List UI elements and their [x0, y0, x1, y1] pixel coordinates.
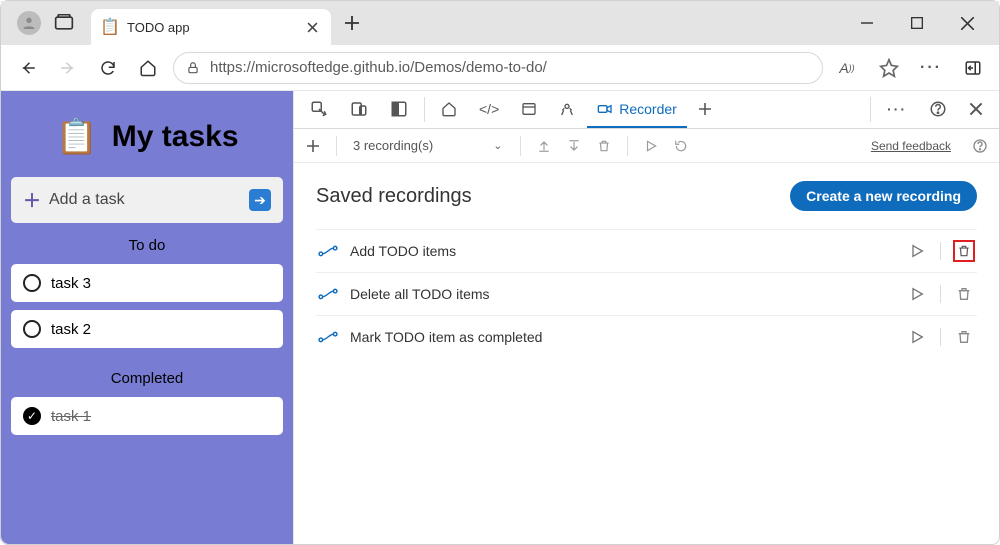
console-tab-icon[interactable]	[511, 91, 547, 128]
recorder-toolbar: 3 recording(s) ⌄ Send feedback	[294, 129, 999, 163]
sidebar-toggle-icon[interactable]	[959, 54, 987, 82]
delete-recording-icon[interactable]	[953, 326, 975, 348]
recording-row[interactable]: Mark TODO item as completed	[316, 315, 977, 358]
recordings-count-label: 3 recording(s)	[353, 138, 433, 153]
window-titlebar: 📋 TODO app	[1, 1, 999, 45]
back-button[interactable]	[13, 53, 43, 83]
devtools-help-icon[interactable]	[919, 91, 957, 128]
task-row[interactable]: task 2	[11, 310, 283, 348]
task-label: task 2	[51, 321, 91, 338]
read-aloud-icon[interactable]: A))	[833, 54, 861, 82]
task-row-completed[interactable]: ✓ task 1	[11, 397, 283, 435]
delete-recording-icon[interactable]	[953, 283, 975, 305]
window-minimize-button[interactable]	[853, 9, 881, 37]
completed-section-label: Completed	[11, 364, 283, 389]
window-maximize-button[interactable]	[903, 9, 931, 37]
tab-close-button[interactable]	[303, 18, 321, 36]
address-url: https://microsoftedge.github.io/Demos/de…	[210, 59, 547, 76]
recording-row[interactable]: Delete all TODO items	[316, 272, 977, 315]
task-radio-icon[interactable]	[23, 320, 41, 338]
dock-side-icon[interactable]	[380, 91, 418, 128]
tab-title: TODO app	[127, 20, 295, 35]
recordings-dropdown[interactable]: 3 recording(s) ⌄	[349, 138, 508, 153]
new-recording-plus-icon[interactable]	[302, 135, 324, 157]
home-button[interactable]	[133, 53, 163, 83]
devtools-tab-strip: </> Recorder ···	[294, 91, 999, 129]
devtools-close-icon[interactable]	[959, 91, 993, 128]
flow-icon	[318, 287, 338, 301]
replay-settings-icon[interactable]	[670, 135, 692, 157]
recordings-list: Add TODO items Delete all TODO items	[294, 219, 999, 368]
browser-menu-icon[interactable]: ···	[917, 54, 945, 82]
task-label: task 1	[51, 408, 91, 425]
recording-name: Mark TODO item as completed	[350, 329, 542, 345]
welcome-tab-icon[interactable]	[431, 91, 467, 128]
task-radio-icon[interactable]	[23, 274, 41, 292]
play-recording-icon[interactable]	[906, 283, 928, 305]
toolbar-help-icon[interactable]	[969, 135, 991, 157]
recorder-tab-label: Recorder	[619, 101, 677, 117]
tab-actions-icon[interactable]	[51, 12, 77, 34]
new-tab-button[interactable]	[337, 8, 367, 38]
tab-favicon-clipboard-icon: 📋	[101, 17, 119, 37]
export-icon[interactable]	[533, 135, 555, 157]
forward-button[interactable]	[53, 53, 83, 83]
flow-icon	[318, 330, 338, 344]
recording-name: Add TODO items	[350, 243, 456, 259]
app-title: My tasks	[112, 120, 239, 154]
more-tabs-button[interactable]	[689, 91, 721, 128]
delete-recording-icon[interactable]	[953, 240, 975, 262]
send-feedback-link[interactable]: Send feedback	[871, 139, 951, 153]
device-emulation-icon[interactable]	[340, 91, 378, 128]
add-task-submit-icon[interactable]: ➔	[249, 189, 271, 211]
elements-tab-icon[interactable]: </>	[469, 91, 509, 128]
play-icon[interactable]	[640, 135, 662, 157]
recorder-tab[interactable]: Recorder	[587, 91, 687, 128]
task-row[interactable]: task 3	[11, 264, 283, 302]
window-close-button[interactable]	[953, 9, 981, 37]
browser-tab[interactable]: 📋 TODO app	[91, 9, 331, 45]
play-recording-icon[interactable]	[906, 240, 928, 262]
recording-row[interactable]: Add TODO items	[316, 229, 977, 272]
create-recording-button[interactable]: Create a new recording	[790, 181, 977, 211]
recording-name: Delete all TODO items	[350, 286, 490, 302]
sources-tab-icon[interactable]	[549, 91, 585, 128]
task-checked-icon[interactable]: ✓	[23, 407, 41, 425]
saved-recordings-title: Saved recordings	[316, 185, 472, 208]
devtools-pane: </> Recorder ···	[293, 91, 999, 544]
chevron-down-icon: ⌄	[493, 139, 502, 152]
add-task-label: Add a task	[49, 191, 125, 209]
site-lock-icon	[186, 61, 200, 75]
add-task-card[interactable]: ＋ Add a task ➔	[11, 177, 283, 223]
flow-icon	[318, 244, 338, 258]
browser-toolbar: https://microsoftedge.github.io/Demos/de…	[1, 45, 999, 91]
todo-section-label: To do	[11, 231, 283, 256]
todo-app-pane: 📋 My tasks ＋ Add a task ➔ To do task 3 t…	[1, 91, 293, 544]
devtools-more-icon[interactable]: ···	[877, 91, 917, 128]
task-label: task 3	[51, 275, 91, 292]
refresh-button[interactable]	[93, 53, 123, 83]
plus-icon: ＋	[23, 187, 41, 213]
address-bar[interactable]: https://microsoftedge.github.io/Demos/de…	[173, 52, 823, 84]
import-icon[interactable]	[563, 135, 585, 157]
delete-icon[interactable]	[593, 135, 615, 157]
inspect-element-icon[interactable]	[300, 91, 338, 128]
favorite-star-icon[interactable]	[875, 54, 903, 82]
profile-avatar-icon[interactable]	[17, 11, 41, 35]
play-recording-icon[interactable]	[906, 326, 928, 348]
app-logo-clipboard-icon: 📋	[55, 117, 97, 157]
